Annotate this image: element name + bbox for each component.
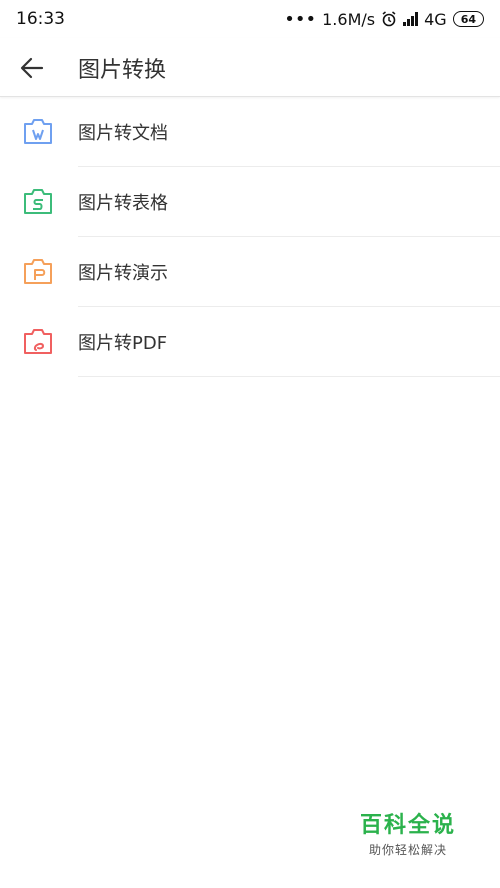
image-to-presentation-icon (24, 259, 52, 284)
image-to-sheet-icon (24, 189, 52, 214)
status-time: 16:33 (16, 9, 65, 29)
signal-icon (403, 12, 419, 26)
item-label: 图片转文档 (78, 123, 168, 144)
conversion-list: 图片转文档 图片转表格 图片转演示 图片转PDF (0, 97, 500, 377)
item-label: 图片转PDF (78, 333, 168, 354)
image-to-pdf-icon (24, 329, 52, 354)
list-item-image-to-sheet[interactable]: 图片转表格 (0, 167, 500, 237)
item-label: 图片转表格 (78, 193, 168, 214)
watermark-subtitle: 助你轻松解决 (368, 843, 447, 857)
list-item-image-to-pdf[interactable]: 图片转PDF (0, 307, 500, 377)
alarm-icon (382, 11, 396, 27)
network-speed: 1.6M/s (322, 9, 376, 29)
network-type: 4G (424, 9, 447, 29)
watermark-logo: 百科全说 助你轻松解决 (360, 807, 456, 858)
status-bar: 16:33 ••• 1.6M/s 4G 64 (0, 0, 500, 38)
arrow-left-icon[interactable] (18, 54, 46, 82)
watermark-title: 百科全说 (359, 813, 456, 838)
divider (78, 376, 500, 377)
item-label: 图片转演示 (78, 263, 168, 284)
app-bar: 图片转换 (0, 38, 500, 97)
page-title: 图片转换 (78, 58, 167, 83)
list-item-image-to-document[interactable]: 图片转文档 (0, 97, 500, 167)
image-to-document-icon (24, 119, 52, 144)
battery-icon: 64 (452, 11, 484, 27)
battery-level: 64 (460, 12, 476, 26)
status-right: ••• 1.6M/s 4G 64 (284, 9, 484, 30)
list-item-image-to-presentation[interactable]: 图片转演示 (0, 237, 500, 307)
more-dots: ••• (284, 8, 317, 30)
